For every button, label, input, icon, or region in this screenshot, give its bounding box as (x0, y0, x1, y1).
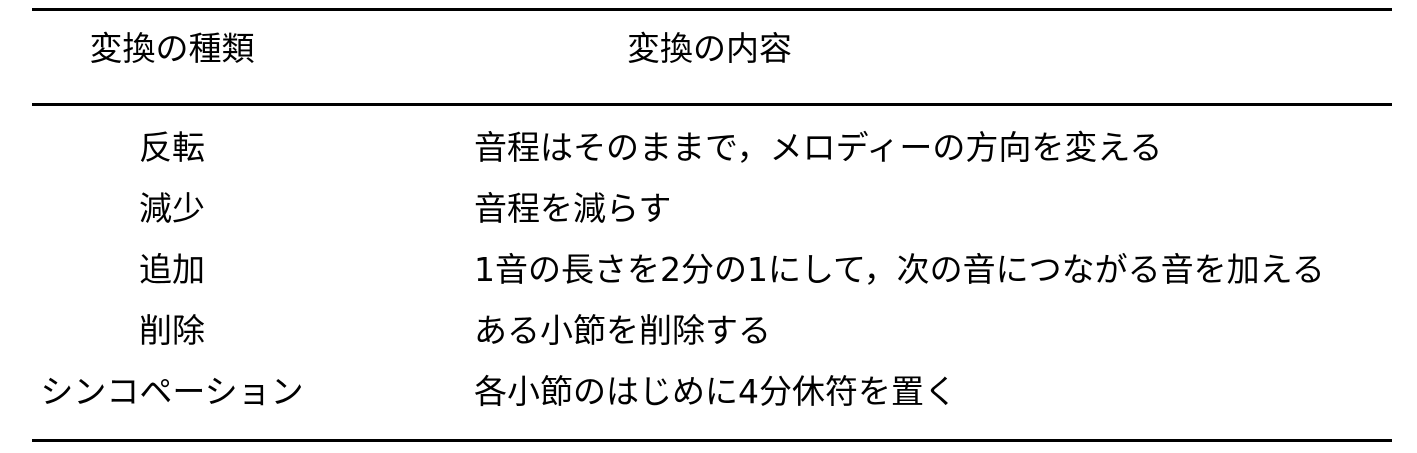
row-content: 音程はそのままで，メロディーの方向を変える (474, 127, 1163, 167)
row-content: ある小節を削除する (474, 310, 771, 350)
table-header-row: 変換の種類 変換の内容 (32, 20, 1392, 76)
table-row: 減少 音程を減らす (32, 180, 1392, 236)
row-content: 音程を減らす (474, 188, 672, 228)
table-header-rule (32, 103, 1392, 106)
table-row: 反転 音程はそのままで，メロディーの方向を変える (32, 119, 1392, 175)
row-content: 各小節のはじめに4分休符を置く (474, 371, 957, 411)
row-type: 追加 (139, 249, 205, 289)
row-type: 削除 (139, 310, 205, 350)
row-type: 減少 (139, 188, 205, 228)
table-bottom-rule (32, 439, 1392, 442)
row-type: シンコペーション (40, 371, 304, 411)
table-row: 追加 1音の長さを2分の1にして，次の音につながる音を加える (32, 241, 1392, 297)
table-row: シンコペーション 各小節のはじめに4分休符を置く (32, 363, 1392, 419)
header-content: 変換の内容 (627, 28, 792, 68)
header-type: 変換の種類 (89, 28, 255, 68)
row-content: 1音の長さを2分の1にして，次の音につながる音を加える (474, 249, 1325, 289)
table-row: 削除 ある小節を削除する (32, 302, 1392, 358)
transformation-table: 変換の種類 変換の内容 反転 音程はそのままで，メロディーの方向を変える 減少 … (32, 0, 1392, 453)
table-top-rule (32, 8, 1392, 11)
row-type: 反転 (139, 127, 205, 167)
